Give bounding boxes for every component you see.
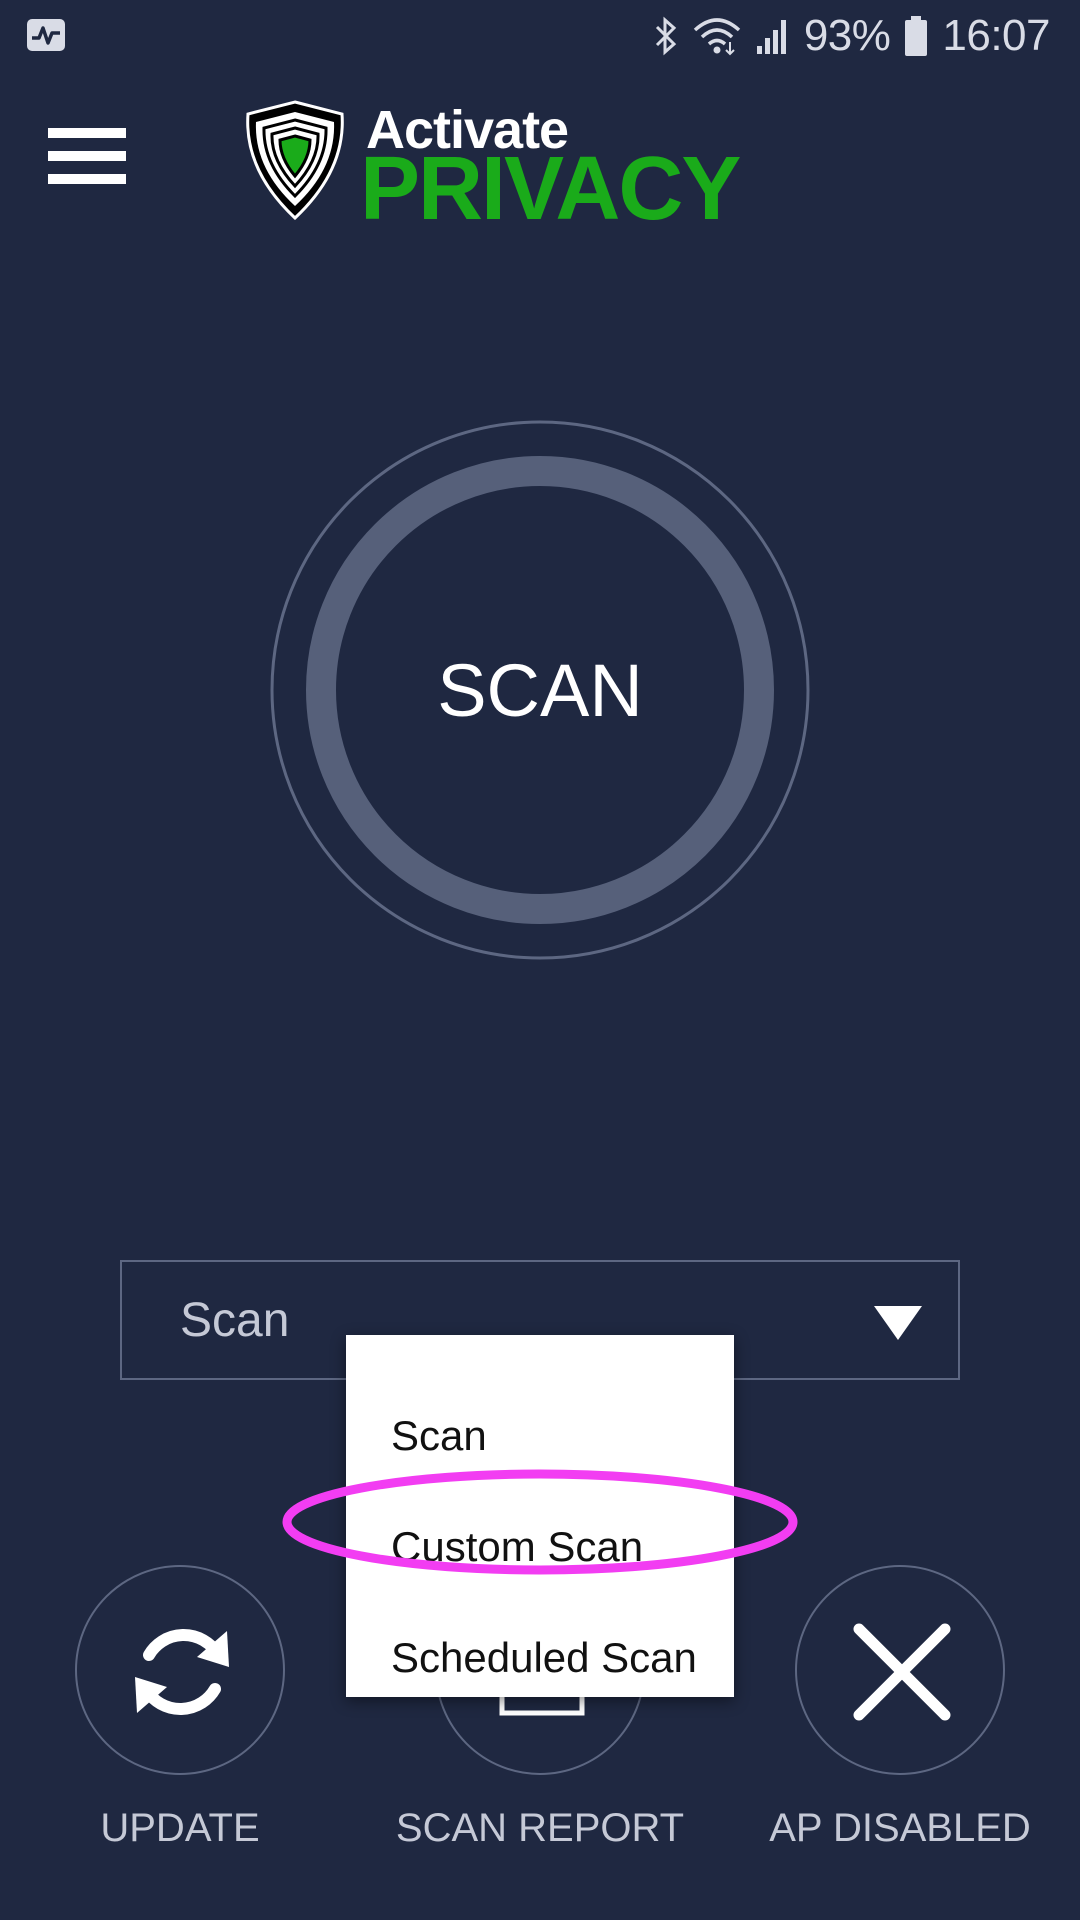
update-button[interactable] <box>75 1565 285 1775</box>
shield-fingerprint-icon <box>246 100 344 220</box>
refresh-icon <box>135 1629 229 1715</box>
signal-icon <box>756 20 786 54</box>
status-bar: 93% 16:07 <box>0 0 1080 72</box>
battery-icon <box>905 16 928 56</box>
wifi-icon <box>693 18 740 56</box>
scan-report-label: SCAN REPORT <box>395 1806 685 1850</box>
scan-button[interactable]: SCAN <box>270 420 810 960</box>
close-icon <box>853 1623 951 1721</box>
logo-text-privacy: PRIVACY <box>360 139 741 239</box>
ap-disabled-button[interactable] <box>795 1565 1005 1775</box>
dropdown-item-scan[interactable]: Scan <box>391 1406 487 1466</box>
app-logo: Activate PRIVACY <box>242 100 741 234</box>
battery-percent: 93% <box>803 11 891 60</box>
bluetooth-icon <box>655 16 676 56</box>
scan-button-label: SCAN <box>437 648 643 732</box>
update-label: UPDATE <box>100 1806 260 1850</box>
ap-disabled-label: AP DISABLED <box>769 1806 1031 1850</box>
menu-icon[interactable] <box>48 128 126 184</box>
activity-icon <box>27 19 65 51</box>
highlight-ellipse <box>282 1469 798 1575</box>
scan-type-selected-value: Scan <box>180 1293 290 1347</box>
dropdown-item-scheduled-scan[interactable]: Scheduled Scan <box>391 1628 697 1688</box>
dropdown-arrow-icon[interactable] <box>874 1306 922 1340</box>
clock: 16:07 <box>942 11 1050 60</box>
